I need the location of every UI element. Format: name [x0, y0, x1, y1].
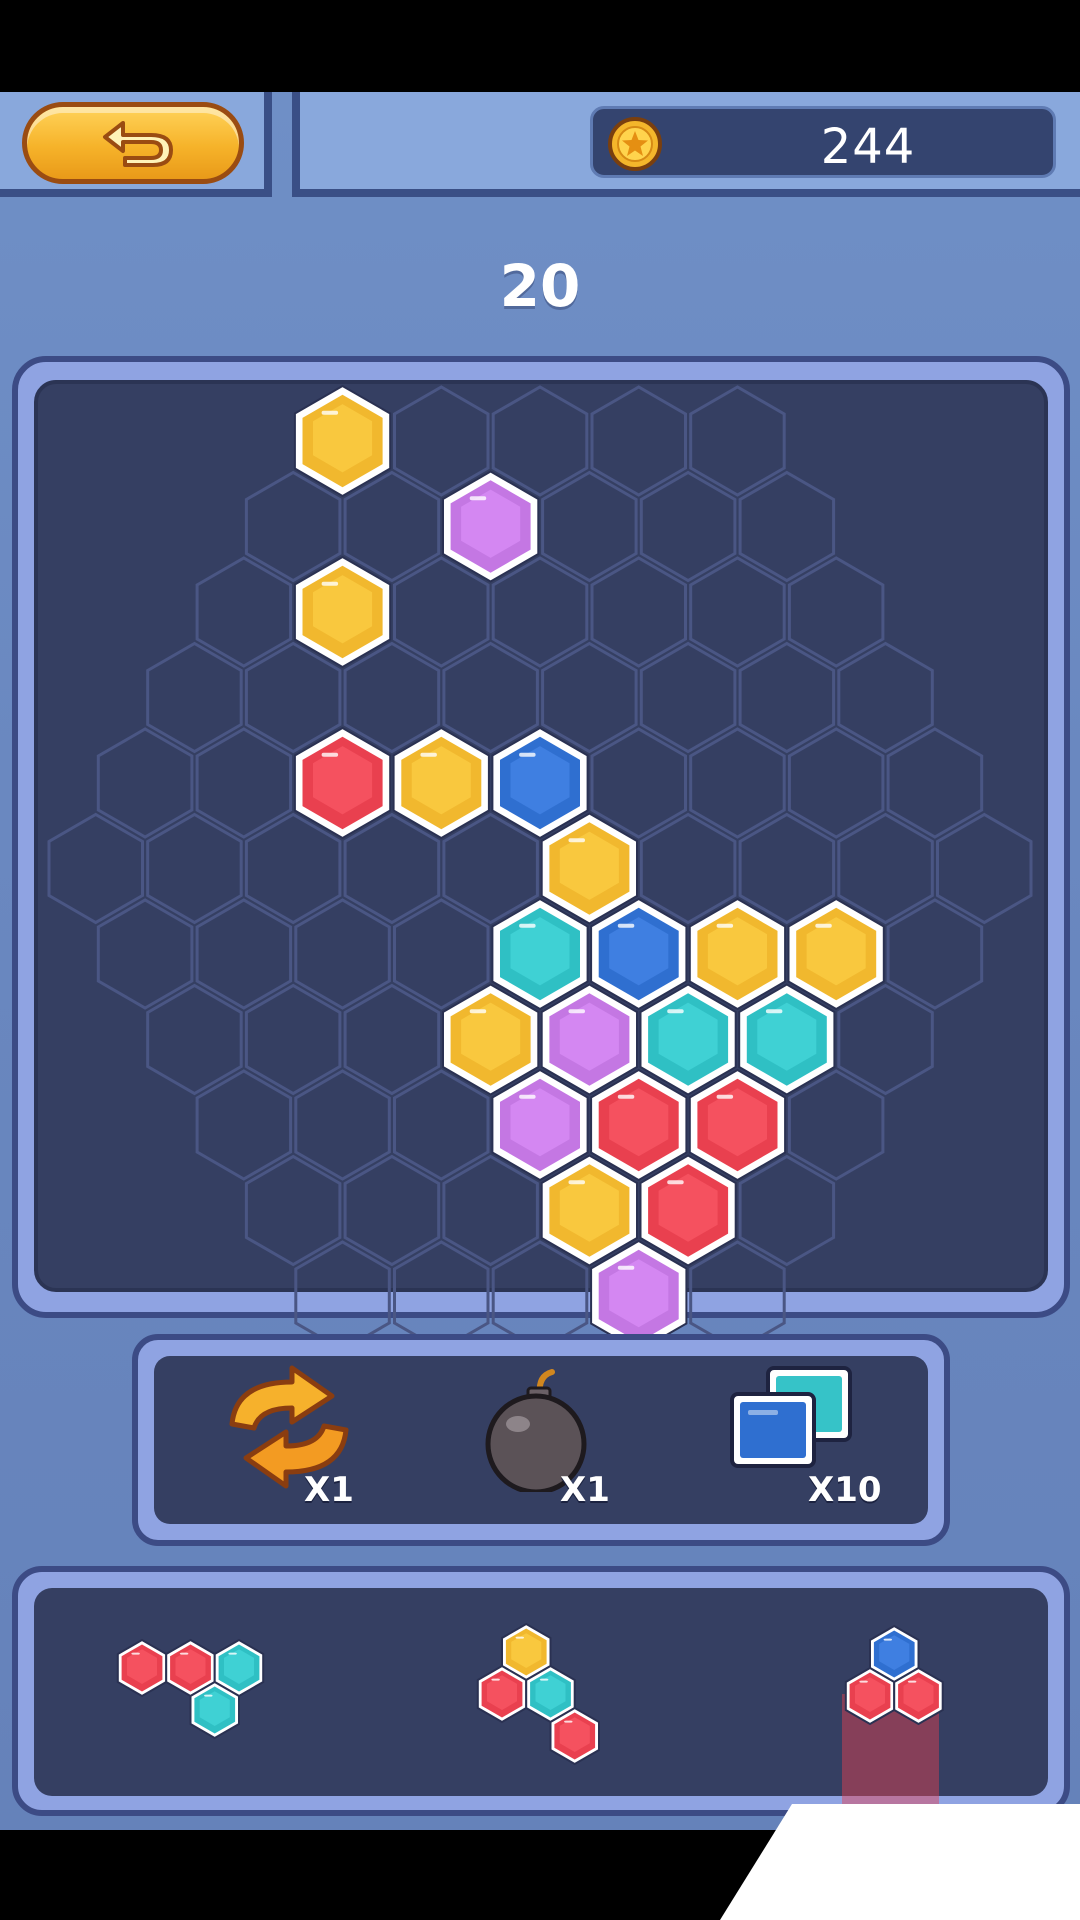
tray-piece-2[interactable] [470, 1622, 620, 1782]
block-copy-count: X10 [808, 1470, 882, 1510]
tray-piece-1[interactable] [112, 1636, 282, 1756]
coin-count: 244 [820, 119, 916, 175]
top-letterbox [0, 0, 1080, 92]
back-arrow-icon [103, 121, 173, 167]
bomb-tool-button[interactable]: X1 [474, 1362, 674, 1522]
back-button[interactable] [22, 102, 244, 184]
hex-board[interactable] [34, 380, 1048, 1292]
tray-piece-3[interactable] [840, 1624, 960, 1814]
score-value: 20 [499, 252, 581, 320]
bomb-count: X1 [560, 1470, 610, 1510]
swap-count: X1 [304, 1470, 354, 1510]
tray-piece-1-tile [116, 1638, 168, 1698]
swap-tool-button[interactable]: X1 [214, 1362, 414, 1522]
block-copy-icon [730, 1366, 852, 1468]
game-screen: 244 20 X1 X1 X10 [0, 0, 1080, 1920]
block-copy-tool-button[interactable]: X10 [724, 1362, 924, 1522]
coin-star-icon [608, 117, 662, 171]
coin-counter: 244 [590, 106, 1056, 178]
